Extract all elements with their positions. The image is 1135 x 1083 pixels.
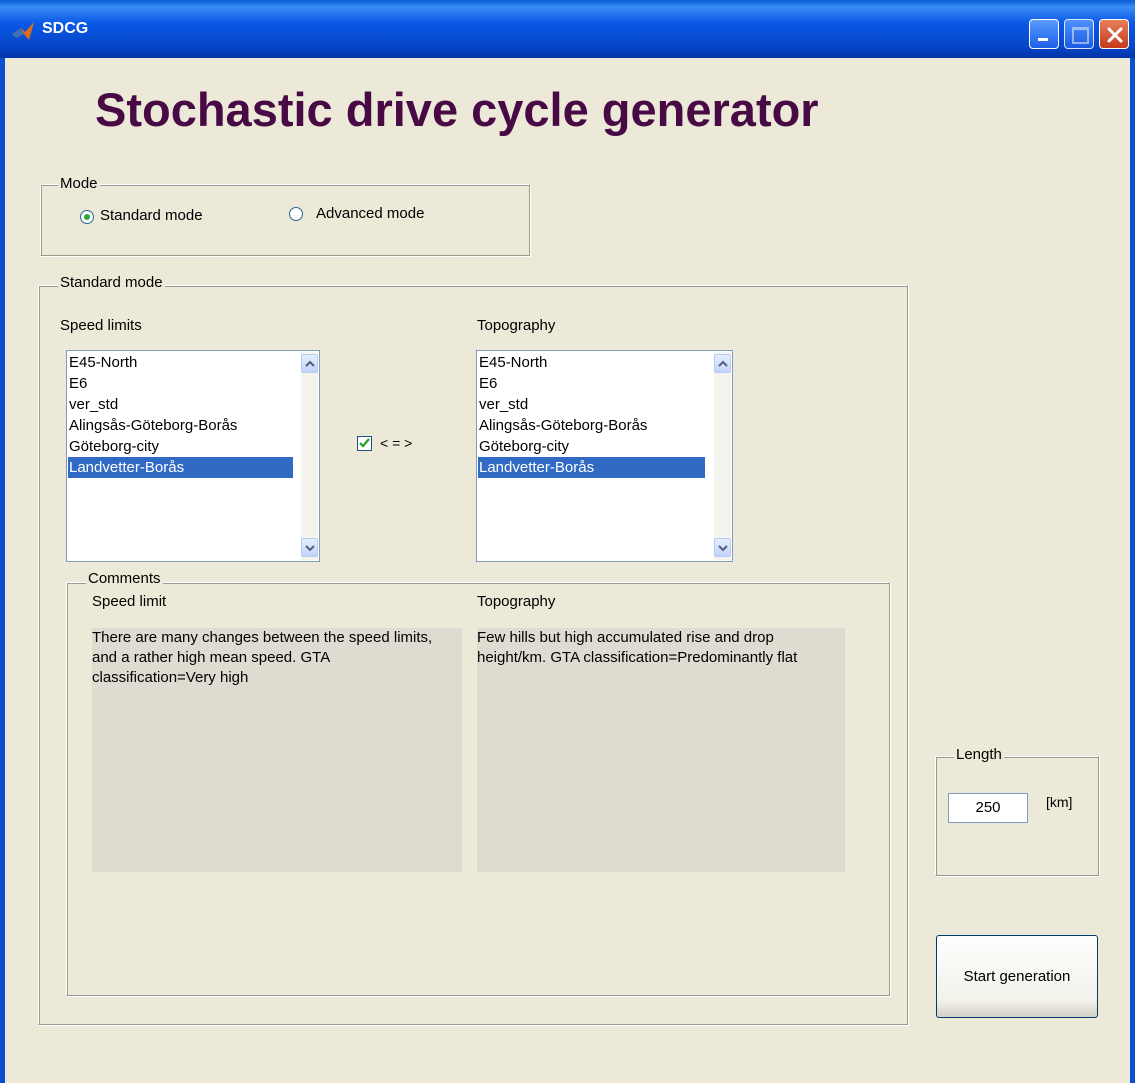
topography-comment-panel: Few hills but high accumulated rise and … [477, 628, 845, 872]
scroll-down-button[interactable] [301, 538, 318, 557]
length-unit-label: [km] [1046, 794, 1073, 810]
link-checkbox-label: < = > [380, 435, 413, 451]
length-group-label: Length [954, 746, 1004, 763]
list-item[interactable]: ver_std [68, 394, 293, 415]
list-item[interactable]: Göteborg-city [68, 436, 293, 457]
comments-group-label: Comments [86, 570, 163, 587]
title-bar[interactable]: SDCG [0, 0, 1135, 58]
link-checkbox[interactable] [357, 436, 372, 451]
standard-mode-group-label: Standard mode [58, 274, 165, 291]
maximize-button[interactable] [1064, 19, 1094, 49]
topography-comment-text: Few hills but high accumulated rise and … [477, 629, 798, 666]
speed-limit-comment-heading: Speed limit [92, 593, 167, 610]
window-title: SDCG [42, 20, 89, 37]
length-input[interactable]: 250 [948, 793, 1028, 823]
start-generation-button[interactable]: Start generation [936, 935, 1098, 1018]
window-border-left [0, 58, 5, 1083]
speed-limits-label: Speed limits [60, 317, 142, 334]
list-item[interactable]: E45-North [478, 352, 705, 373]
list-item[interactable]: Alingsås-Göteborg-Borås [68, 415, 293, 436]
radio-standard-label[interactable]: Standard mode [100, 207, 203, 224]
radio-standard-mode[interactable] [80, 210, 94, 224]
list-item[interactable]: E6 [68, 373, 293, 394]
checkmark-icon [359, 438, 370, 448]
topography-comment-heading: Topography [477, 593, 556, 610]
minimize-button[interactable] [1029, 19, 1059, 49]
list-item[interactable]: ver_std [478, 394, 705, 415]
topography-listbox[interactable]: E45-North E6 ver_std Alingsås-Göteborg-B… [476, 350, 733, 562]
speed-limits-listbox[interactable]: E45-North E6 ver_std Alingsås-Göteborg-B… [66, 350, 320, 562]
list-item-selected[interactable]: Landvetter-Borås [478, 457, 705, 478]
chevron-up-icon [718, 360, 728, 367]
chevron-down-icon [305, 545, 315, 552]
close-icon [1107, 27, 1123, 43]
close-button[interactable] [1099, 19, 1129, 49]
scroll-down-button[interactable] [714, 538, 731, 557]
matlab-icon [12, 22, 34, 40]
radio-advanced-label[interactable]: Advanced mode [316, 205, 424, 222]
chevron-down-icon [718, 545, 728, 552]
list-item[interactable]: Alingsås-Göteborg-Borås [478, 415, 705, 436]
mode-group-label: Mode [58, 175, 100, 192]
list-item[interactable]: E6 [478, 373, 705, 394]
scroll-up-button[interactable] [301, 354, 318, 373]
page-title: Stochastic drive cycle generator [95, 83, 819, 136]
app-window: SDCG Stochastic drive cycle generator Mo… [0, 0, 1135, 1083]
window-border-right [1130, 58, 1135, 1083]
list-item-selected[interactable]: Landvetter-Borås [68, 457, 293, 478]
topography-label: Topography [477, 317, 556, 334]
speed-limit-comment-text: There are many changes between the speed… [92, 629, 433, 686]
scrollbar[interactable] [714, 352, 731, 560]
chevron-up-icon [305, 360, 315, 367]
radio-advanced-mode[interactable] [289, 207, 303, 221]
list-item[interactable]: Göteborg-city [478, 436, 705, 457]
list-item[interactable]: E45-North [68, 352, 293, 373]
scrollbar[interactable] [301, 352, 318, 560]
scroll-up-button[interactable] [714, 354, 731, 373]
speed-limit-comment-panel: There are many changes between the speed… [92, 628, 462, 872]
